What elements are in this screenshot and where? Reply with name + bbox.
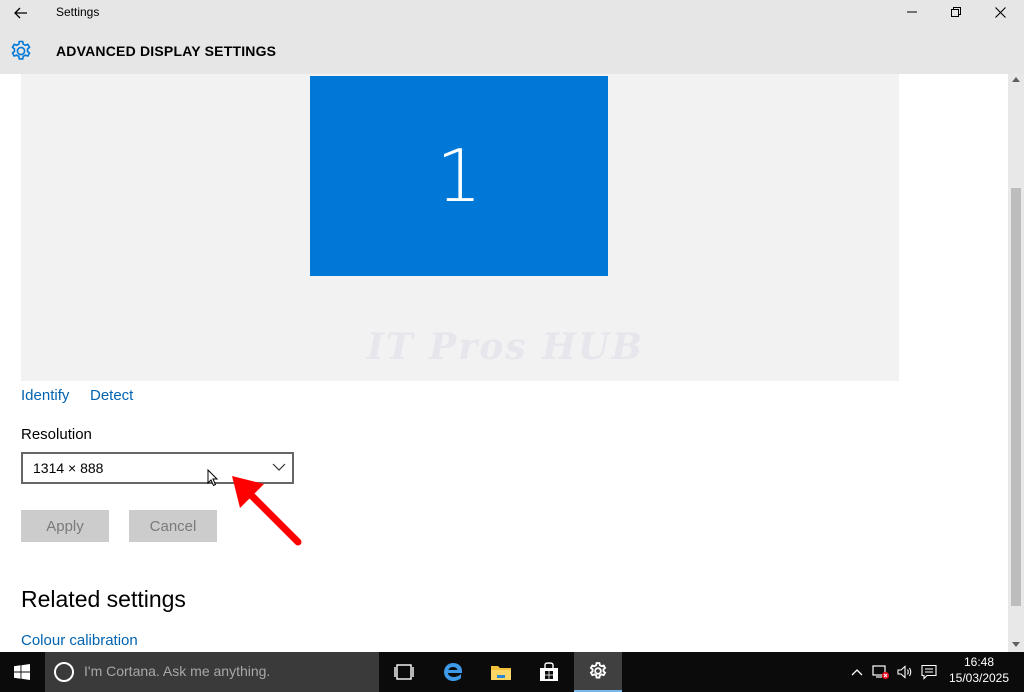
action-center-button[interactable]: [917, 652, 941, 692]
taskbar: I'm Cortana. Ask me anything. 16:48 15/0…: [0, 652, 1024, 692]
minimize-button[interactable]: [889, 0, 935, 24]
scroll-down-icon[interactable]: [1012, 642, 1020, 648]
speaker-icon: [897, 665, 912, 679]
colour-calibration-link[interactable]: Colour calibration: [21, 632, 138, 649]
taskbar-clock[interactable]: 16:48 15/03/2025: [944, 654, 1014, 686]
cortana-search-box[interactable]: I'm Cortana. Ask me anything.: [45, 652, 379, 692]
cortana-placeholder: I'm Cortana. Ask me anything.: [84, 663, 271, 679]
show-hidden-icons-button[interactable]: [846, 652, 868, 692]
gear-icon: [11, 40, 31, 60]
apply-button[interactable]: Apply: [21, 510, 109, 542]
network-disconnected-icon: [872, 665, 890, 680]
back-button[interactable]: [8, 2, 34, 24]
file-explorer-icon: [491, 666, 511, 680]
settings-taskbar-button[interactable]: [574, 652, 622, 692]
display-arrangement-panel: 1 IT Pros HUB: [21, 74, 899, 381]
notification-icon: [921, 664, 937, 680]
clock-date: 15/03/2025: [948, 671, 1010, 685]
mouse-cursor-icon: [207, 469, 219, 487]
monitor-1-tile[interactable]: 1: [310, 76, 608, 276]
restore-button[interactable]: [933, 0, 979, 24]
close-icon: [994, 6, 1006, 18]
store-icon: [540, 662, 558, 681]
title-bar: Settings ADVANCED DISPLAY SETTINGS: [0, 0, 1024, 74]
watermark: IT Pros HUB: [367, 326, 644, 368]
page-title: ADVANCED DISPLAY SETTINGS: [56, 43, 277, 59]
window-title: Settings: [56, 5, 100, 19]
task-view-icon: [394, 664, 414, 680]
edge-browser-icon: [444, 663, 462, 681]
restore-icon: [951, 7, 961, 17]
identify-link[interactable]: Identify: [21, 387, 69, 404]
clock-time: 16:48: [963, 655, 995, 669]
detect-link[interactable]: Detect: [90, 387, 133, 404]
related-settings-heading: Related settings: [21, 586, 186, 612]
volume-tray-button[interactable]: [894, 652, 916, 692]
scrollbar-thumb[interactable]: [1011, 188, 1021, 606]
annotation-arrow-icon: [232, 476, 302, 546]
task-view-button[interactable]: [380, 652, 428, 692]
scroll-up-icon[interactable]: [1012, 76, 1020, 82]
edge-taskbar-button[interactable]: [429, 652, 477, 692]
resolution-value: 1314 × 888: [33, 460, 104, 476]
windows-logo-icon: [14, 664, 30, 680]
start-button[interactable]: [0, 652, 44, 692]
file-explorer-taskbar-button[interactable]: [477, 652, 525, 692]
store-taskbar-button[interactable]: [525, 652, 573, 692]
chevron-up-icon: [851, 669, 863, 676]
minimize-icon: [907, 11, 917, 13]
cortana-circle-icon: [54, 662, 74, 682]
monitor-number: 1: [436, 134, 482, 218]
vertical-scrollbar[interactable]: [1008, 74, 1024, 652]
close-button[interactable]: [977, 0, 1023, 24]
resolution-label: Resolution: [21, 426, 92, 443]
back-arrow-icon: [14, 7, 27, 19]
settings-gear-icon: [589, 662, 607, 679]
cancel-button[interactable]: Cancel: [129, 510, 217, 542]
network-tray-button[interactable]: [869, 652, 893, 692]
